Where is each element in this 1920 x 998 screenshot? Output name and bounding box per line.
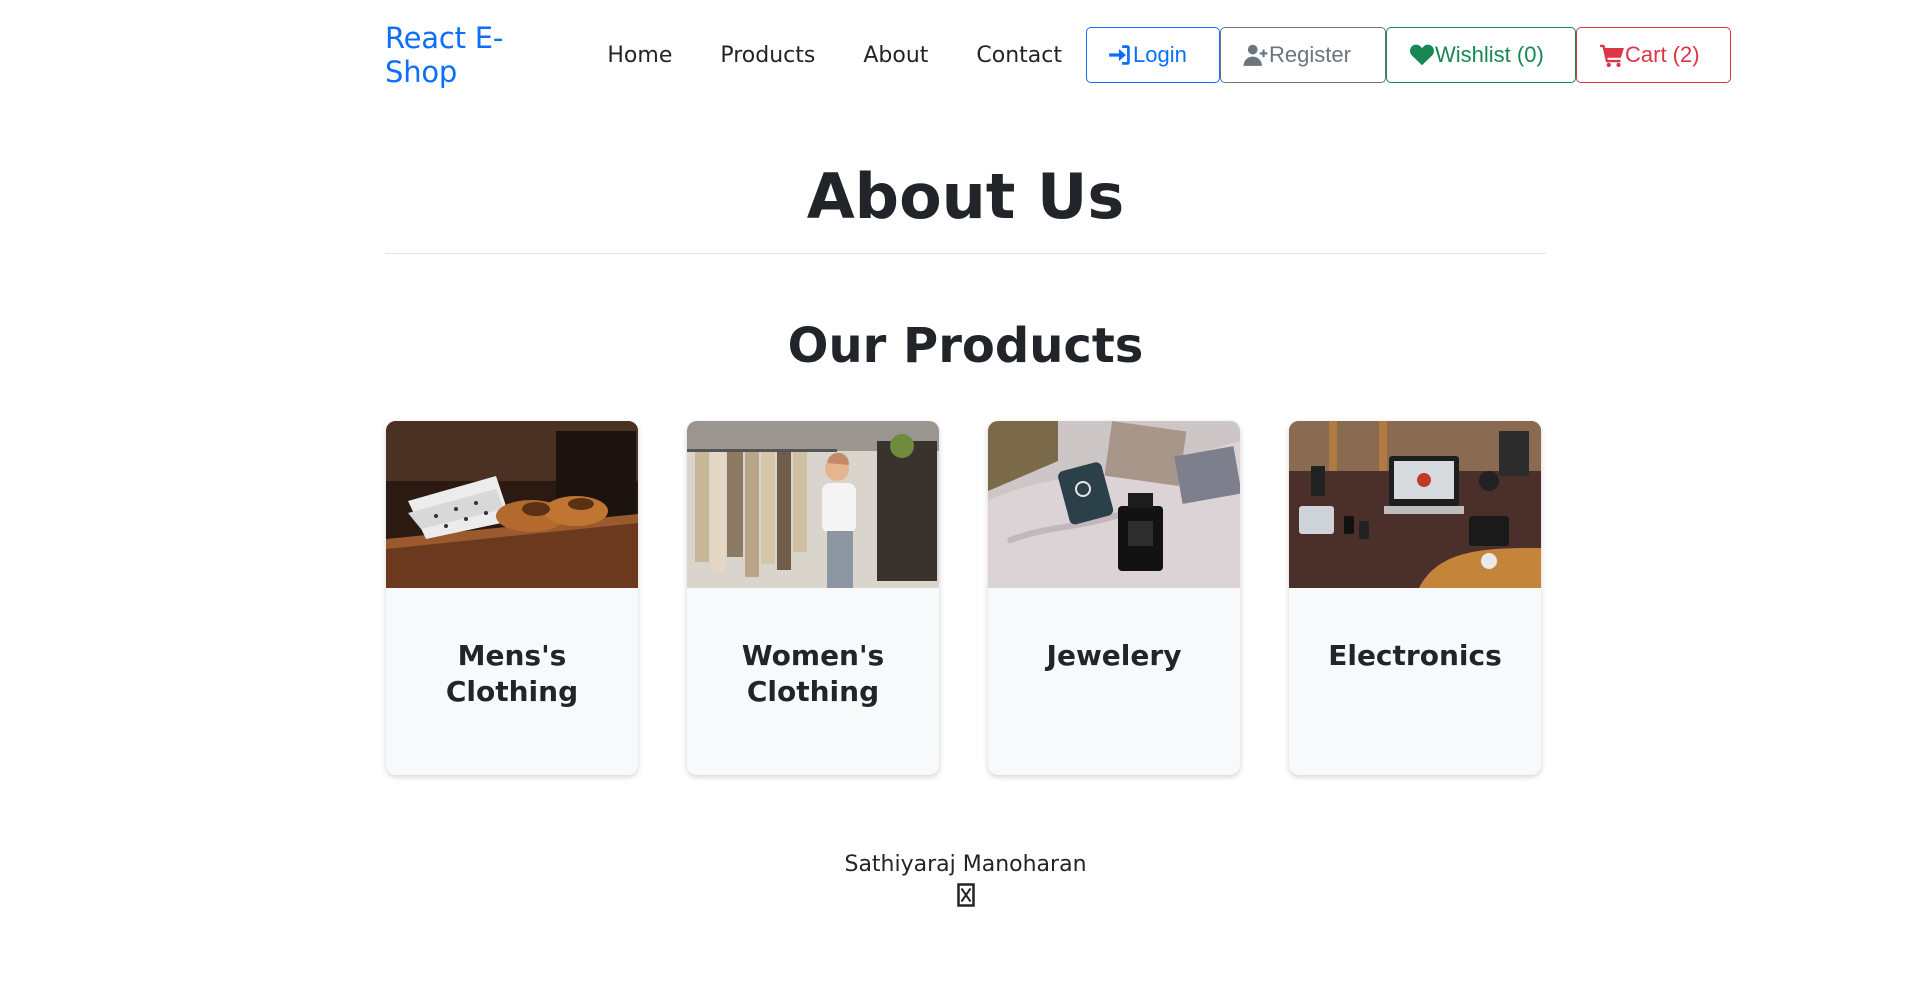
product-card-title: Mens's Clothing — [445, 639, 579, 708]
cart-label: Cart (2) — [1625, 42, 1700, 67]
nav-link-contact[interactable]: Contact — [976, 43, 1062, 68]
brand-link[interactable]: React E-Shop — [385, 21, 559, 89]
electronics-image — [1289, 421, 1541, 588]
register-button[interactable]: Register — [1220, 27, 1386, 83]
missing-glyph-icon — [956, 883, 975, 911]
footer-author-name: Sathiyaraj Manoharan — [844, 852, 1087, 877]
login-button[interactable]: Login — [1086, 27, 1220, 83]
product-card-title: Women's Clothing — [741, 639, 885, 708]
nav-link-home[interactable]: Home — [607, 43, 672, 68]
login-label: Login — [1133, 42, 1187, 67]
wishlist-label: Wishlist (0) — [1435, 42, 1544, 67]
product-card-title: Jewelery — [1046, 639, 1182, 672]
nav-link-products[interactable]: Products — [720, 43, 815, 68]
navbar: React E-Shop Home Products About Contact… — [385, 21, 1731, 89]
product-card-title: Electronics — [1328, 639, 1502, 672]
cart-icon — [1600, 44, 1624, 68]
mens-clothing-image — [386, 421, 638, 588]
product-card-womens-clothing[interactable]: Women's Clothing — [687, 421, 939, 775]
nav-links: Home Products About Contact — [607, 43, 1086, 68]
womens-clothing-image — [687, 421, 939, 588]
nav-link-about[interactable]: About — [863, 43, 928, 68]
page-title: About Us — [806, 160, 1125, 233]
product-cards: Mens's Clothing Women's Clothing Jeweler… — [386, 421, 1541, 775]
divider — [385, 253, 1546, 254]
jewelery-image — [988, 421, 1240, 588]
footer: Sathiyaraj Manoharan — [385, 852, 1546, 911]
heart-icon — [1410, 44, 1434, 66]
section-title: Our Products — [787, 318, 1144, 374]
product-card-jewelery[interactable]: Jewelery — [988, 421, 1240, 775]
sign-in-icon — [1109, 45, 1130, 65]
product-card-mens-clothing[interactable]: Mens's Clothing — [386, 421, 638, 775]
auth-buttons: Login Register Wishlist (0) Cart (2) — [1086, 27, 1731, 83]
user-plus-icon — [1243, 44, 1268, 66]
register-label: Register — [1269, 42, 1351, 67]
wishlist-button[interactable]: Wishlist (0) — [1386, 27, 1576, 83]
product-card-electronics[interactable]: Electronics — [1289, 421, 1541, 775]
cart-button[interactable]: Cart (2) — [1576, 27, 1731, 83]
